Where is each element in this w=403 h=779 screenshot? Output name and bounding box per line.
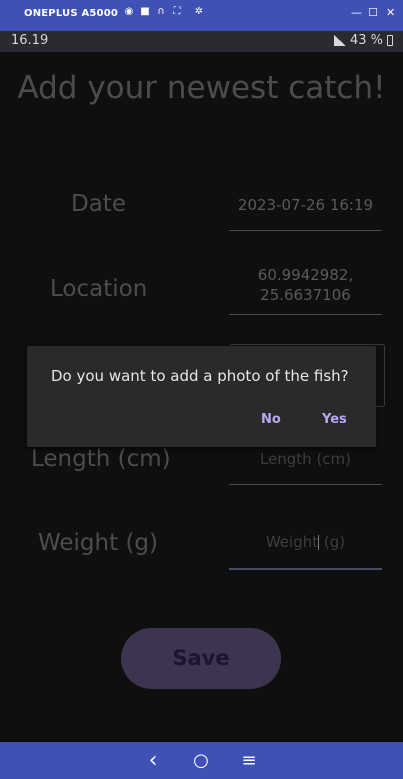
page-title: Add your newest catch!: [17, 70, 386, 106]
camera-icon[interactable]: ◉: [124, 7, 134, 17]
location-longitude: 25.6637106: [260, 286, 351, 304]
battery-percent: 43 %: [349, 33, 383, 48]
status-bar: 16.19 43 %: [0, 31, 403, 52]
settings-icon[interactable]: ✲: [194, 7, 204, 17]
save-button[interactable]: Save: [121, 628, 281, 689]
dialog-yes-button[interactable]: Yes: [322, 412, 347, 427]
recents-icon[interactable]: ≡: [237, 742, 261, 779]
dialog-no-button[interactable]: No: [261, 412, 281, 427]
weight-input[interactable]: Weight (g): [229, 533, 382, 570]
fullscreen-icon[interactable]: ⛶: [172, 7, 182, 17]
navigation-bar: ‹ ○ ≡: [0, 742, 403, 779]
dialog-message: Do you want to add a photo of the fish?: [51, 367, 349, 385]
date-field[interactable]: 2023-07-26 16:19: [229, 195, 382, 231]
home-icon[interactable]: ○: [189, 742, 213, 779]
minimize-button[interactable]: —: [351, 7, 362, 19]
close-button[interactable]: ✕: [386, 7, 395, 19]
status-time: 16.19: [11, 33, 49, 48]
signal-icon: [333, 35, 346, 46]
location-field[interactable]: 60.9942982, 25.6637106: [229, 265, 382, 315]
length-placeholder: Length (cm): [259, 450, 352, 468]
battery-icon: [387, 35, 393, 46]
status-indicators: 43 %: [333, 33, 393, 48]
weight-placeholder-end: (g): [319, 533, 346, 551]
device-name: ONEPLUS A5000: [24, 8, 119, 19]
date-label: Date: [71, 191, 126, 217]
length-input[interactable]: Length (cm): [229, 450, 382, 485]
headphones-icon[interactable]: ∩: [156, 7, 166, 17]
emulator-frame: ONEPLUS A5000 ◉ ■ ∩ ⛶ ✲ — ☐ ✕ 16.19 43 %…: [0, 0, 403, 779]
emulator-tools: ◉ ■ ∩ ⛶ ✲: [124, 7, 204, 17]
maximize-button[interactable]: ☐: [368, 7, 378, 19]
weight-label: Weight (g): [38, 530, 158, 556]
location-latitude: 60.9942982,: [257, 266, 354, 284]
emulator-toolbar: ONEPLUS A5000 ◉ ■ ∩ ⛶ ✲ — ☐ ✕: [0, 0, 403, 31]
video-icon[interactable]: ■: [140, 7, 150, 17]
length-label: Length (cm): [31, 446, 171, 472]
back-icon[interactable]: ‹: [141, 742, 165, 779]
location-label: Location: [50, 276, 148, 302]
photo-dialog: Do you want to add a photo of the fish? …: [27, 346, 376, 447]
date-value: 2023-07-26 16:19: [237, 196, 374, 214]
weight-placeholder-start: Weight: [265, 533, 319, 551]
